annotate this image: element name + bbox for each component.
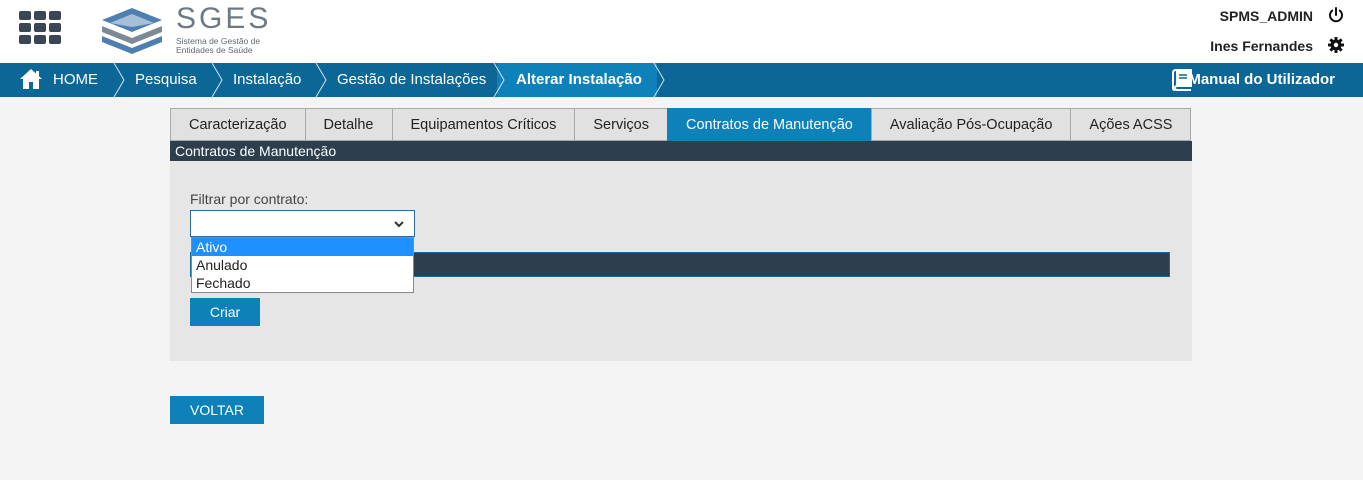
breadcrumb-gestao-instalacoes[interactable]: Gestão de Instalações xyxy=(337,63,486,97)
home-icon[interactable] xyxy=(19,68,43,90)
create-button[interactable]: Criar xyxy=(190,298,260,326)
breadcrumb-separator-icon xyxy=(493,63,505,97)
logo-subtitle: Sistema de Gestão de Entidades de Saúde xyxy=(176,36,261,55)
breadcrumb-separator-icon xyxy=(113,63,125,97)
breadcrumb-separator-icon xyxy=(315,63,327,97)
user-name: Ines Fernandes xyxy=(1210,38,1313,54)
contract-filter-options: Ativo Anulado Fechado xyxy=(191,237,414,293)
breadcrumb: HOME Pesquisa Instalação Gestão de Insta… xyxy=(0,63,1363,97)
logo-name: SGES xyxy=(176,2,272,35)
chevron-down-icon xyxy=(394,221,404,228)
sges-logo-mark-icon xyxy=(102,8,162,54)
user-role: SPMS_ADMIN xyxy=(1219,8,1313,24)
power-icon[interactable] xyxy=(1327,6,1345,24)
tab-avaliacao-pos-ocupacao[interactable]: Avaliação Pós-Ocupação xyxy=(870,108,1071,141)
gear-icon[interactable] xyxy=(1327,36,1345,54)
breadcrumb-instalacao[interactable]: Instalação xyxy=(233,63,301,97)
contract-filter-select[interactable] xyxy=(190,210,415,237)
tab-contratos-manutencao[interactable]: Contratos de Manutenção xyxy=(666,108,871,141)
tab-detalhe[interactable]: Detalhe xyxy=(304,108,392,141)
option-ativo[interactable]: Ativo xyxy=(192,238,413,256)
breadcrumb-alterar-instalacao[interactable]: Alterar Instalação xyxy=(516,63,642,97)
back-button[interactable]: VOLTAR xyxy=(170,396,264,424)
option-fechado[interactable]: Fechado xyxy=(192,274,413,292)
filter-label: Filtrar por contrato: xyxy=(190,191,309,207)
book-icon[interactable] xyxy=(1170,68,1194,92)
option-anulado[interactable]: Anulado xyxy=(192,256,413,274)
tab-equipamentos-criticos[interactable]: Equipamentos Críticos xyxy=(391,108,575,141)
apps-grid-icon[interactable] xyxy=(19,11,61,45)
tab-acoes-acss[interactable]: Ações ACSS xyxy=(1070,108,1192,141)
manual-link[interactable]: Manual do Utilizador xyxy=(1188,63,1335,97)
breadcrumb-separator-icon xyxy=(653,63,665,97)
panel-title: Contratos de Manutenção xyxy=(170,141,1192,161)
breadcrumb-home[interactable]: HOME xyxy=(53,63,98,97)
tab-caracterizacao[interactable]: Caracterização xyxy=(170,108,305,141)
top-header: SGES Sistema de Gestão de Entidades de S… xyxy=(0,0,1363,63)
contracts-panel: Contratos de Manutenção Filtrar por cont… xyxy=(170,141,1192,361)
tab-bar: Caracterização Detalhe Equipamentos Crít… xyxy=(170,108,1192,141)
user-area: SPMS_ADMIN Ines Fernandes xyxy=(1145,0,1345,63)
breadcrumb-pesquisa[interactable]: Pesquisa xyxy=(135,63,197,97)
sges-logo[interactable]: SGES Sistema de Gestão de Entidades de S… xyxy=(100,2,280,56)
breadcrumb-separator-icon xyxy=(211,63,223,97)
tab-servicos[interactable]: Serviços xyxy=(574,108,667,141)
